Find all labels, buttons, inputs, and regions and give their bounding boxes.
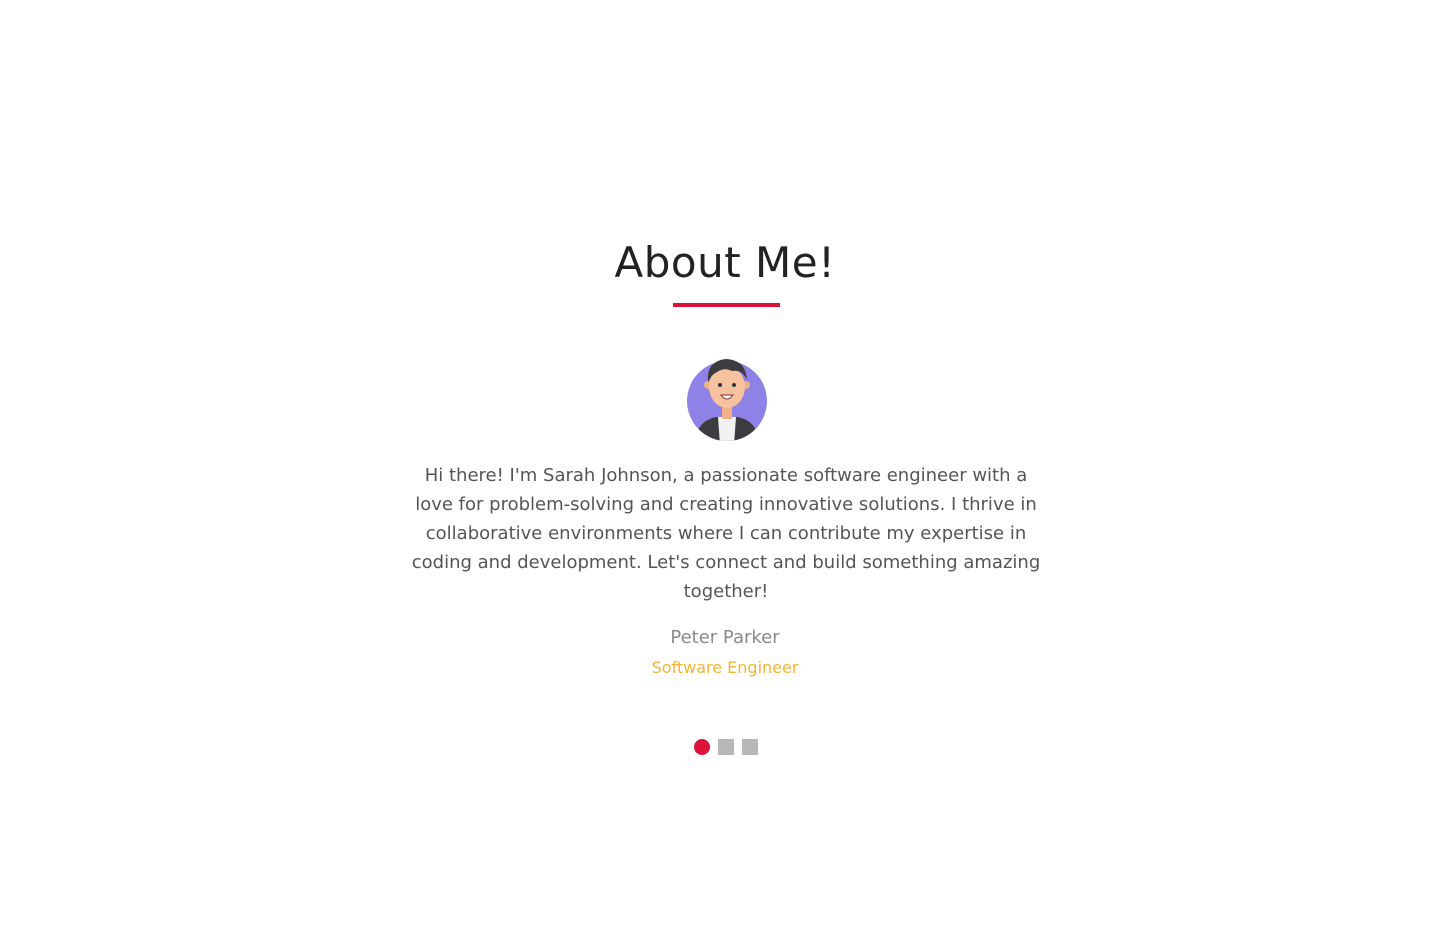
person-name: Peter Parker (670, 627, 780, 648)
carousel-dot-2[interactable] (718, 738, 734, 755)
carousel-dot-3[interactable] (742, 738, 758, 755)
page: About Me! Hi there! I'm Sarah Johnson, a… (0, 0, 1450, 950)
carousel-dot-1[interactable] (694, 738, 710, 755)
carousel-dots (694, 738, 758, 755)
person-avatar-icon (687, 359, 767, 441)
title-underline (673, 303, 780, 307)
bio-text: Hi there! I'm Sarah Johnson, a passionat… (411, 465, 1041, 602)
section-title: About Me! (614, 238, 836, 287)
person-role: Software Engineer (651, 658, 799, 677)
